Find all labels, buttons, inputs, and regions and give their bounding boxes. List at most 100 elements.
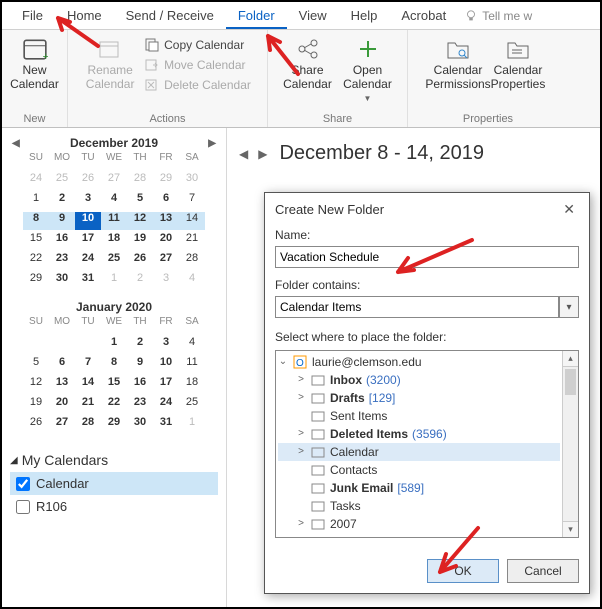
calendar-day[interactable]: 14 [75,376,101,394]
calendar-day[interactable]: 28 [75,416,101,434]
scroll-thumb[interactable] [565,369,576,395]
calendar-day[interactable]: 29 [153,172,179,190]
calendar-day[interactable] [23,336,49,354]
calendar-day[interactable]: 3 [153,272,179,290]
tab-acrobat[interactable]: Acrobat [389,2,458,29]
calendar-day[interactable]: 27 [153,252,179,270]
calendar-day[interactable]: 28 [179,252,205,270]
calendar-day[interactable]: 24 [23,172,49,190]
calendar-day[interactable]: 30 [179,172,205,190]
calendar-day[interactable]: 30 [127,416,153,434]
calendar-day[interactable]: 4 [179,272,205,290]
calendar-day[interactable]: 25 [49,172,75,190]
tab-folder[interactable]: Folder [226,2,287,29]
cancel-button[interactable]: Cancel [507,559,579,583]
expand-icon[interactable]: ◢ [10,455,18,466]
tree-item[interactable]: >Deleted Items (3596) [278,425,560,443]
calendar-day[interactable]: 10 [75,212,101,230]
cal1-grid[interactable]: SUMOTUWETHFRSA24252627282930123456789101… [10,152,218,290]
calendar-day[interactable]: 20 [49,396,75,414]
calendar-day[interactable]: 5 [23,356,49,374]
calendar-properties-button[interactable]: Calendar Properties [488,32,548,92]
cal2-grid[interactable]: SUMOTUWETHFRSA12345678910111213141516171… [10,316,218,434]
calendar-day[interactable]: 2 [49,192,75,210]
calendar-day[interactable]: 21 [75,396,101,414]
expand-icon[interactable]: > [296,443,306,461]
calendar-day[interactable]: 22 [23,252,49,270]
calendar-day[interactable]: 18 [179,376,205,394]
calendar-day[interactable]: 21 [179,232,205,250]
calendar-list-item[interactable]: R106 [10,495,218,518]
calendar-checkbox[interactable] [16,477,30,491]
tab-file[interactable]: File [10,2,55,29]
calendar-day[interactable]: 2 [127,272,153,290]
tab-sendreceive[interactable]: Send / Receive [114,2,226,29]
calendar-day[interactable]: 2 [127,336,153,354]
tree-item[interactable]: Junk Email [589] [278,479,560,497]
tab-home[interactable]: Home [55,2,114,29]
calendar-day[interactable]: 23 [127,396,153,414]
share-calendar-button[interactable]: Share Calendar [278,32,338,92]
ok-button[interactable]: OK [427,559,499,583]
calendar-list-item[interactable]: Calendar [10,472,218,495]
calendar-day[interactable]: 17 [75,232,101,250]
calendar-day[interactable]: 28 [127,172,153,190]
tab-help[interactable]: Help [339,2,390,29]
calendar-day[interactable]: 12 [127,212,153,230]
calendar-day[interactable]: 4 [179,336,205,354]
calendar-day[interactable]: 7 [179,192,205,210]
calendar-day[interactable]: 16 [127,376,153,394]
calendar-day[interactable]: 13 [153,212,179,230]
tree-item[interactable]: >2008 [278,533,560,537]
expand-icon[interactable]: ⌄ [278,353,288,371]
calendar-day[interactable]: 29 [101,416,127,434]
calendar-day[interactable]: 12 [23,376,49,394]
calendar-day[interactable]: 26 [75,172,101,190]
calendar-day[interactable]: 17 [153,376,179,394]
calendar-day[interactable]: 10 [153,356,179,374]
tree-root[interactable]: ⌄Olaurie@clemson.edu [278,353,560,371]
calendar-day[interactable]: 15 [23,232,49,250]
calendar-day[interactable]: 3 [153,336,179,354]
calendar-day[interactable]: 4 [101,192,127,210]
calendar-day[interactable]: 6 [49,356,75,374]
calendar-day[interactable]: 8 [23,212,49,230]
calendar-day[interactable]: 6 [153,192,179,210]
calendar-day[interactable]: 8 [101,356,127,374]
calendar-permissions-button[interactable]: Calendar Permissions [428,32,488,92]
calendar-day[interactable]: 7 [75,356,101,374]
tree-item[interactable]: >Drafts [129] [278,389,560,407]
range-next[interactable]: ▶ [258,147,267,161]
calendar-checkbox[interactable] [16,500,30,514]
open-calendar-button[interactable]: Open Calendar▼ [338,32,398,103]
calendar-day[interactable]: 29 [23,272,49,290]
scroll-up-icon[interactable]: ▴ [563,351,578,367]
calendar-day[interactable]: 22 [101,396,127,414]
calendar-day[interactable]: 18 [101,232,127,250]
calendar-day[interactable]: 27 [101,172,127,190]
calendar-day[interactable]: 24 [153,396,179,414]
copy-calendar-button[interactable]: Copy Calendar [140,36,255,54]
folder-name-input[interactable] [275,246,579,268]
folder-contains-input[interactable] [275,296,559,318]
tree-item[interactable]: Tasks [278,497,560,515]
calendar-day[interactable]: 26 [127,252,153,270]
calendar-day[interactable]: 5 [127,192,153,210]
calendar-day[interactable]: 30 [49,272,75,290]
calendar-day[interactable]: 1 [101,272,127,290]
calendar-day[interactable]: 27 [49,416,75,434]
calendar-day[interactable]: 16 [49,232,75,250]
calendar-day[interactable]: 31 [153,416,179,434]
calendar-day[interactable]: 1 [101,336,127,354]
tab-view[interactable]: View [287,2,339,29]
new-calendar-button[interactable]: + New Calendar [5,32,65,92]
calendar-day[interactable]: 1 [179,416,205,434]
expand-icon[interactable]: > [296,533,306,537]
tree-item[interactable]: Sent Items [278,407,560,425]
calendar-day[interactable]: 31 [75,272,101,290]
calendar-day[interactable]: 13 [49,376,75,394]
folder-contains-combo[interactable]: ▾ [275,296,579,318]
calendar-day[interactable]: 14 [179,212,205,230]
close-icon[interactable]: ✕ [559,201,579,218]
calendar-day[interactable]: 11 [101,212,127,230]
